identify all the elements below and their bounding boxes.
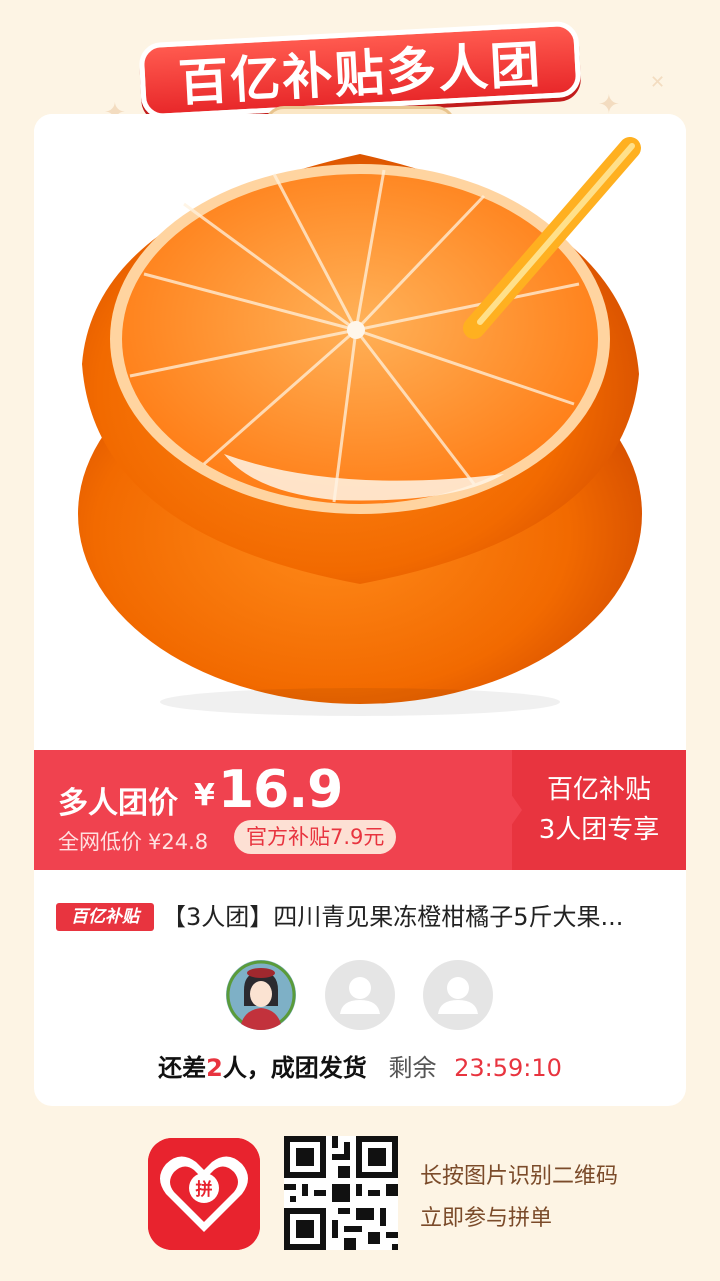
banner-title: 百亿补贴多人团 xyxy=(138,20,582,120)
sparkle-icon: ✕ xyxy=(650,72,666,93)
empty-member-slot xyxy=(325,960,395,1030)
pinduoduo-app-icon: 拼 xyxy=(148,1138,260,1250)
subsidy-tag: 百亿补贴 xyxy=(56,903,154,931)
svg-text:拼: 拼 xyxy=(196,1179,213,1200)
market-price-label: 全网低价 xyxy=(58,830,142,854)
exclusive-tag: 百亿补贴 3人团专享 xyxy=(512,750,686,870)
product-title: 【3人团】四川青见果冻橙柑橘子5斤大果... xyxy=(162,903,624,931)
group-status: 还差2人，成团发货 剩余 23:59:10 xyxy=(34,1048,686,1083)
subsidy-badge: 官方补贴7.9元 xyxy=(234,820,397,854)
product-title-row[interactable]: 百亿补贴 【3人团】四川青见果冻橙柑橘子5斤大果... xyxy=(56,900,676,934)
status-suffix: 人，成团发货 xyxy=(222,1054,367,1082)
countdown-timer: 23:59:10 xyxy=(454,1054,562,1082)
price-bar: 多人团价 ¥ 16.9 全网低价 ¥24.8 官方补贴7.9元 百亿补贴 3人团专… xyxy=(34,750,686,870)
group-buy-card: 多人团价 ¥ 16.9 全网低价 ¥24.8 官方补贴7.9元 百亿补贴 3人团专… xyxy=(34,114,686,1106)
product-image[interactable] xyxy=(34,114,686,750)
person-placeholder-icon xyxy=(438,977,478,1014)
market-price: 全网低价 ¥24.8 xyxy=(58,826,208,856)
footer-line-join: 立即参与拼单 xyxy=(420,1206,553,1231)
remaining-label: 剩余 xyxy=(388,1054,437,1082)
qr-code[interactable] xyxy=(284,1136,398,1250)
currency-symbol: ¥ xyxy=(194,778,215,813)
exclusive-tag-line2: 3人团专享 xyxy=(538,815,660,845)
person-placeholder-icon xyxy=(340,977,380,1014)
user-avatar-icon xyxy=(226,960,296,1030)
exclusive-tag-line1: 百亿补贴 xyxy=(546,775,651,805)
member-avatar xyxy=(226,960,296,1030)
footer-line-scan: 长按图片识别二维码 xyxy=(420,1164,619,1189)
footer-instructions: 长按图片识别二维码 立即参与拼单 xyxy=(420,1156,618,1240)
group-price: 16.9 xyxy=(218,760,343,820)
market-price-value: ¥24.8 xyxy=(148,830,209,854)
status-prefix: 还差 xyxy=(158,1054,207,1082)
missing-count: 2 xyxy=(206,1054,223,1082)
empty-member-slot xyxy=(423,960,493,1030)
group-price-label: 多人团价 xyxy=(58,786,178,821)
